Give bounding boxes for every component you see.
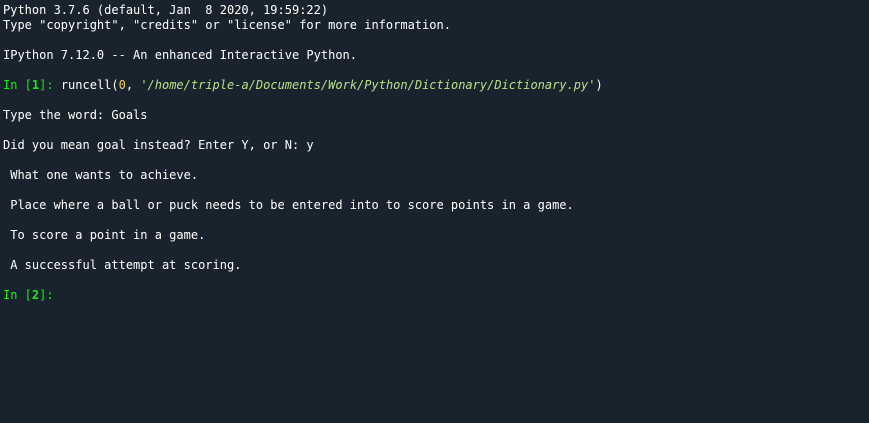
definition-line: What one wants to achieve. [3, 168, 199, 182]
input-cell-1: In [1]: runcell(0, '/home/triple-a/Docum… [3, 78, 603, 93]
runcell-call: runcell( [60, 78, 119, 92]
definition-line: Place where a ball or puck needs to be e… [3, 198, 574, 212]
runcell-number-arg: 0 [118, 78, 126, 92]
input-prompt-prefix: In [ [3, 288, 32, 302]
definition-line: A successful attempt at scoring. [3, 258, 242, 272]
did-you-mean-output: Did you mean goal instead? Enter Y, or N… [3, 138, 314, 152]
definition-line: To score a point in a game. [3, 228, 206, 242]
type-word-output: Type the word: Goals [3, 108, 148, 122]
input-cell-2[interactable]: In [2]: [3, 288, 61, 303]
ipython-version-banner: IPython 7.12.0 -- An enhanced Interactiv… [3, 48, 358, 62]
runcell-path-arg: '/home/triple-a/Documents/Work/Python/Di… [140, 78, 596, 92]
input-prompt-suffix: ]: [39, 78, 61, 92]
ipython-console[interactable]: Python 3.7.6 (default, Jan 8 2020, 19:59… [0, 0, 869, 423]
python-version-banner: Python 3.7.6 (default, Jan 8 2020, 19:59… [3, 3, 329, 17]
input-prompt-suffix: ]: [39, 288, 61, 302]
runcell-close-paren: ) [595, 78, 603, 92]
input-prompt-prefix: In [ [3, 78, 32, 92]
runcell-arg-separator: , [125, 78, 141, 92]
license-info-banner: Type "copyright", "credits" or "license"… [3, 18, 451, 32]
